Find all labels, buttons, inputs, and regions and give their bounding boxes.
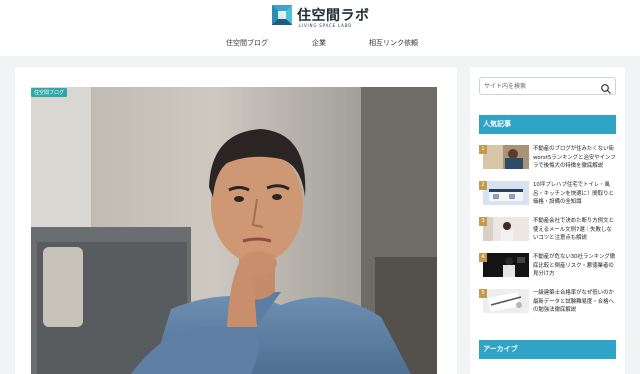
nav-item-blog[interactable]: 住空間ブログ: [226, 38, 268, 48]
article-eyecatch-image[interactable]: [31, 87, 437, 374]
rank-badge: 5: [479, 289, 487, 298]
category-badge[interactable]: 住空間ブログ: [31, 88, 68, 97]
list-item[interactable]: 5 一級建築士合格率がなぜ低いのか最新データと試験難易度・合格への勉強法徹底解説: [479, 289, 616, 314]
site-header: 住空間ラボ LIVING SPACE LABO 住空間ブログ 企業 相互リンク依…: [0, 0, 640, 56]
list-item[interactable]: 1 不動産のブログが住みたくない街worst5ランキングと治安やインフラで後悔大…: [479, 145, 616, 170]
main-content: 住空間ブログ: [15, 67, 457, 374]
post-title[interactable]: 10坪プレハブ住宅でトイレ・風呂・キッチンを快適に！間取りと価格・設備の全知識: [533, 181, 617, 207]
popular-posts-heading: 人気記事: [479, 115, 616, 134]
post-thumbnail: [483, 181, 529, 205]
post-title[interactable]: 不動産が危ない30社ランキング徹底比較と倒産リスク・悪徳業者の見分け方: [533, 253, 617, 279]
logo-mark-icon: [272, 5, 292, 25]
sidebar-search: [479, 77, 616, 95]
rank-badge: 2: [479, 181, 487, 190]
nav-item-company[interactable]: 企業: [312, 38, 326, 48]
rank-badge: 4: [479, 253, 487, 262]
post-thumbnail: [483, 289, 529, 313]
search-icon[interactable]: [600, 80, 612, 94]
list-item[interactable]: 2 10坪プレハブ住宅でトイレ・風呂・キッチンを快適に！間取りと価格・設備の全知…: [479, 181, 616, 206]
post-title[interactable]: 不動産会社で決めた断り方例文と使えるメール文例7選｜失敗しないコツと注意点も解説: [533, 217, 617, 243]
post-thumbnail: [483, 217, 529, 241]
post-title[interactable]: 一級建築士合格率がなぜ低いのか最新データと試験難易度・合格への勉強法徹底解説: [533, 289, 617, 315]
site-title: 住空間ラボ: [297, 8, 370, 24]
sidebar: 人気記事 1 不動産のブログが住みたくない街worst5ランキングと治安やインフ…: [470, 67, 625, 374]
site-tagline: LIVING SPACE LABO: [299, 23, 353, 28]
post-thumbnail: [483, 145, 529, 169]
archive-heading: アーカイブ: [479, 340, 616, 359]
nav-item-link-request[interactable]: 相互リンク依頼: [369, 38, 418, 48]
list-item[interactable]: 3 不動産会社で決めた断り方例文と使えるメール文例7選｜失敗しないコツと注意点も…: [479, 217, 616, 242]
rank-badge: 1: [479, 145, 487, 154]
list-item[interactable]: 4 不動産が危ない30社ランキング徹底比較と倒産リスク・悪徳業者の見分け方: [479, 253, 616, 278]
search-input[interactable]: [484, 80, 596, 92]
rank-badge: 3: [479, 217, 487, 226]
post-title[interactable]: 不動産のブログが住みたくない街worst5ランキングと治安やインフラで後悔大の特…: [533, 145, 617, 171]
global-nav: 住空間ブログ 企業 相互リンク依頼: [0, 38, 640, 50]
post-thumbnail: [483, 253, 529, 277]
thinking-man-photo: [31, 87, 437, 374]
